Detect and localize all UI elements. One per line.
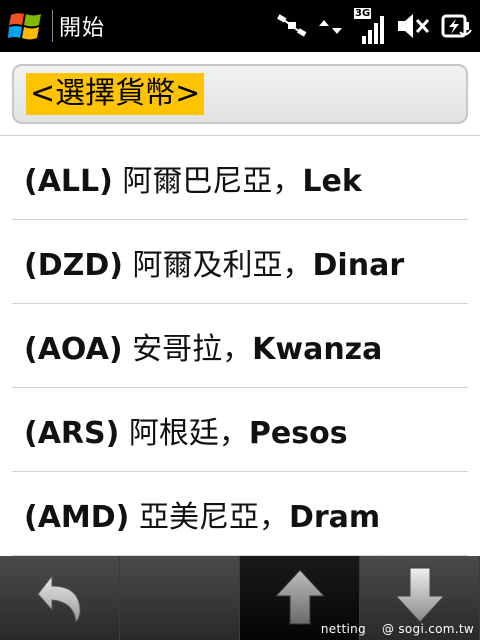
- back-icon: [30, 568, 90, 628]
- currency-code: (AOA): [24, 332, 123, 367]
- list-item[interactable]: (DZD) 阿爾及利亞，Dinar: [0, 220, 480, 304]
- list-item[interactable]: (ALL) 阿爾巴尼亞，Lek: [0, 136, 480, 220]
- currency-item-text: (ARS) 阿根廷，Pesos: [24, 408, 348, 452]
- currency-code: (ARS): [24, 416, 120, 451]
- currency-country: 阿根廷，: [128, 416, 249, 451]
- signal-strength-icon[interactable]: 3G: [354, 8, 386, 44]
- list-item[interactable]: (AMD) 亞美尼亞，Dram: [0, 472, 480, 556]
- currency-select-label: <選擇貨幣>: [26, 73, 205, 115]
- bottom-toolbar: netting @ sogi.com.tw: [0, 556, 480, 640]
- currency-code: (AMD): [24, 500, 130, 535]
- currency-code: (ALL): [24, 164, 113, 199]
- currency-unit: Dram: [288, 500, 381, 535]
- network-activity-icon: [318, 16, 344, 36]
- currency-item-text: (AOA) 安哥拉，Kwanza: [24, 324, 382, 368]
- status-bar: 開始 3G: [0, 0, 480, 52]
- currency-select[interactable]: <選擇貨幣>: [12, 64, 468, 124]
- currency-country: 亞美尼亞，: [138, 500, 289, 535]
- selector-area: <選擇貨幣>: [0, 52, 480, 136]
- arrow-down-icon: [392, 566, 448, 630]
- currency-unit: Pesos: [248, 416, 348, 451]
- currency-item-text: (DZD) 阿爾及利亞，Dinar: [24, 240, 404, 284]
- windows-start-icon[interactable]: [0, 0, 52, 52]
- watermark-right: @ sogi.com.tw: [381, 622, 474, 636]
- list-item[interactable]: (ARS) 阿根廷，Pesos: [0, 388, 480, 472]
- watermark-left: netting: [320, 622, 366, 636]
- currency-item-text: (AMD) 亞美尼亞，Dram: [24, 492, 380, 536]
- start-title[interactable]: 開始: [59, 10, 105, 42]
- currency-country: 安哥拉，: [132, 332, 253, 367]
- currency-item-text: (ALL) 阿爾巴尼亞，Lek: [24, 156, 362, 200]
- battery-charging-icon[interactable]: [440, 10, 474, 42]
- currency-country: 阿爾及利亞，: [132, 248, 313, 283]
- list-item[interactable]: (AOA) 安哥拉，Kwanza: [0, 304, 480, 388]
- currency-list: (ALL) 阿爾巴尼亞，Lek (DZD) 阿爾及利亞，Dinar (AOA) …: [0, 136, 480, 556]
- back-button[interactable]: [0, 556, 120, 640]
- empty-toolbar-button[interactable]: [120, 556, 240, 640]
- currency-code: (DZD): [24, 248, 123, 283]
- currency-country: 阿爾巴尼亞，: [122, 164, 303, 199]
- arrow-up-icon: [272, 566, 328, 630]
- satellite-icon[interactable]: [276, 12, 308, 40]
- volume-muted-icon[interactable]: [396, 11, 430, 41]
- currency-unit: Kwanza: [252, 332, 383, 367]
- currency-unit: Lek: [302, 164, 362, 199]
- divider: [52, 10, 53, 42]
- currency-unit: Dinar: [312, 248, 405, 283]
- watermark: netting @ sogi.com.tw: [321, 622, 474, 636]
